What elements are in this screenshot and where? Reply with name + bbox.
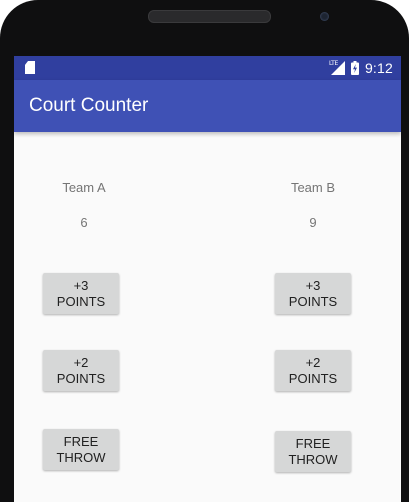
- team-a-column: Team A 6 +3 POINTS +2 POINTS FREE THROW: [14, 132, 154, 502]
- team-a-name: Team A: [62, 180, 106, 195]
- front-camera: [320, 12, 329, 21]
- team-a-plus3-button[interactable]: +3 POINTS: [43, 273, 119, 314]
- earpiece-speaker: [148, 10, 271, 23]
- team-b-plus3-button[interactable]: +3 POINTS: [275, 273, 351, 314]
- team-a-score: 6: [80, 215, 88, 230]
- team-b-free-throw-button[interactable]: FREE THROW: [275, 431, 351, 472]
- team-a-free-throw-button[interactable]: FREE THROW: [43, 429, 119, 470]
- sim-card-icon: [25, 61, 35, 74]
- team-a-plus2-button[interactable]: +2 POINTS: [43, 350, 119, 391]
- phone-device-frame: LTE 9:12 Court Counter Team A 6 +3 POINT…: [0, 0, 409, 502]
- app-title: Court Counter: [29, 95, 149, 116]
- status-bar-indicators: LTE 9:12: [329, 56, 393, 80]
- network-type-label: LTE: [328, 60, 339, 67]
- team-b-plus2-button[interactable]: +2 POINTS: [275, 350, 351, 391]
- status-bar: LTE 9:12: [14, 56, 401, 80]
- team-b-name: Team B: [290, 180, 336, 195]
- app-bar: Court Counter: [14, 80, 401, 132]
- team-b-column: Team B 9 +3 POINTS +2 POINTS FREE THROW: [243, 132, 383, 502]
- app-screen: LTE 9:12 Court Counter Team A 6 +3 POINT…: [14, 56, 401, 502]
- cell-signal-icon: LTE: [328, 60, 345, 75]
- status-clock: 9:12: [364, 60, 393, 76]
- team-b-score: 9: [309, 215, 317, 230]
- battery-charging-icon: [350, 61, 359, 75]
